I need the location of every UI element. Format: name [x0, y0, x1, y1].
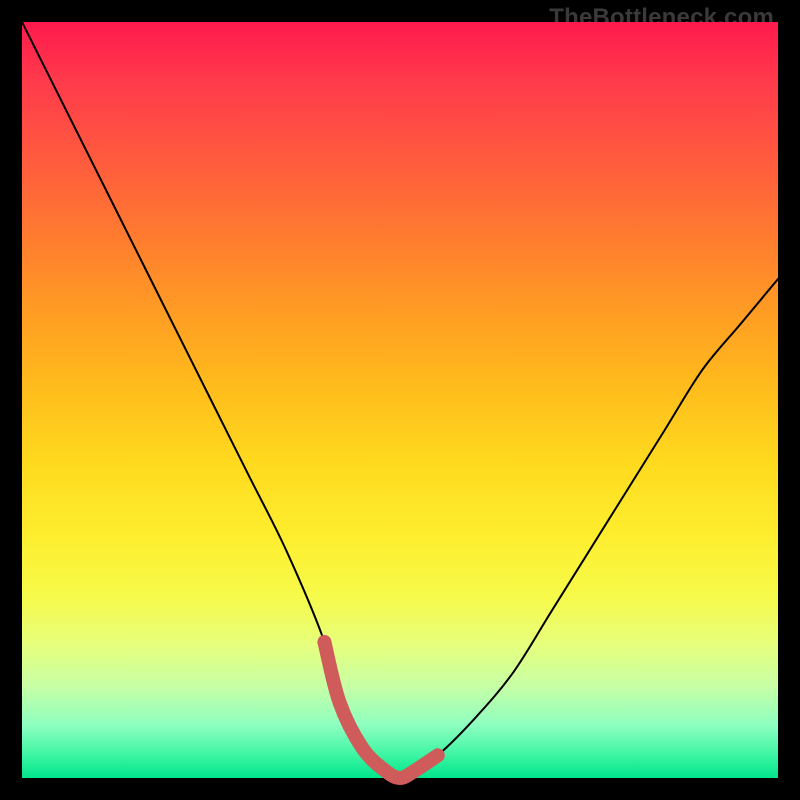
chart-svg	[22, 22, 778, 778]
highlight-valley	[324, 642, 437, 778]
chart-frame: TheBottleneck.com	[0, 0, 800, 800]
plot-area	[22, 22, 778, 778]
main-curve	[22, 22, 778, 778]
